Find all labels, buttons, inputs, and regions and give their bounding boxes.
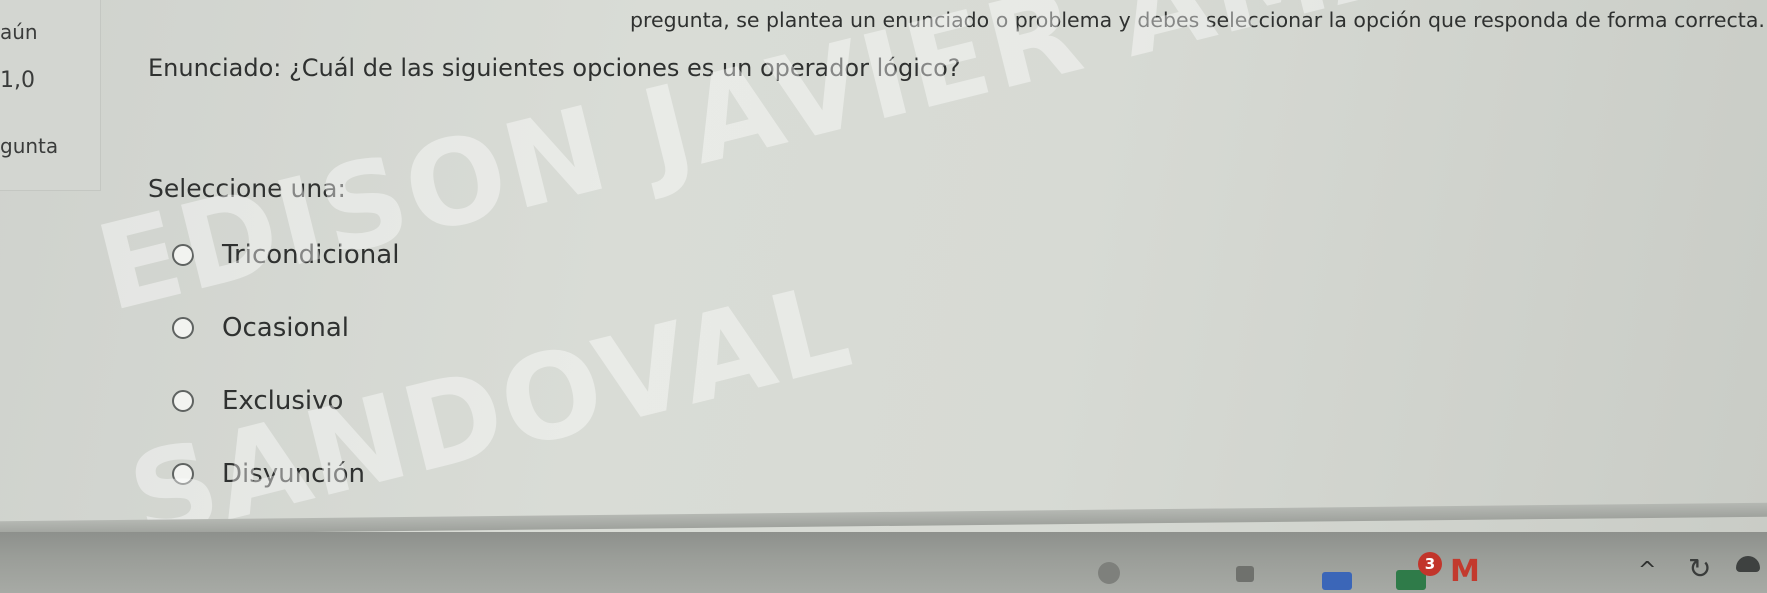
- radio-button[interactable]: [172, 317, 194, 339]
- app-icon[interactable]: [1098, 562, 1120, 584]
- chevron-up-icon[interactable]: ^: [1638, 558, 1656, 583]
- window-bottom-edge: [0, 502, 1767, 536]
- onedrive-cloud-icon[interactable]: [1736, 556, 1760, 572]
- answer-option-label[interactable]: Disyunción: [222, 459, 365, 489]
- question-prompt: Enunciado: ¿Cuál de las siguientes opcio…: [148, 54, 961, 82]
- quiz-info-sidebar: aún 1,0 gunta: [0, 0, 101, 191]
- file-explorer-icon[interactable]: [1236, 566, 1254, 582]
- answer-option-label[interactable]: Ocasional: [222, 313, 349, 343]
- question-grade: 1,0: [0, 68, 35, 93]
- gmail-icon[interactable]: M: [1450, 554, 1480, 589]
- answer-option-disyuncion[interactable]: Disyunción: [172, 457, 365, 491]
- flag-question-label[interactable]: gunta: [0, 134, 58, 158]
- watermark-name: EDISON JAVIER AMADO: [84, 0, 1631, 338]
- question-status: aún: [0, 20, 38, 44]
- answer-option-tricondicional[interactable]: Tricondicional: [172, 238, 399, 272]
- answer-option-label[interactable]: Tricondicional: [222, 240, 399, 270]
- select-one-label: Seleccione una:: [148, 174, 346, 203]
- radio-button[interactable]: [172, 244, 194, 266]
- sync-icon[interactable]: ↻: [1688, 552, 1711, 585]
- answer-option-ocasional[interactable]: Ocasional: [172, 311, 349, 345]
- radio-button[interactable]: [172, 463, 194, 485]
- answer-option-exclusivo[interactable]: Exclusivo: [172, 384, 343, 418]
- taskbar: 3 M ^ ↻: [0, 532, 1767, 593]
- radio-button[interactable]: [172, 390, 194, 412]
- answer-option-label[interactable]: Exclusivo: [222, 386, 343, 416]
- word-icon[interactable]: [1322, 572, 1352, 590]
- question-instructions: pregunta, se plantea un enunciado o prob…: [630, 8, 1765, 32]
- notification-badge: 3: [1418, 552, 1442, 576]
